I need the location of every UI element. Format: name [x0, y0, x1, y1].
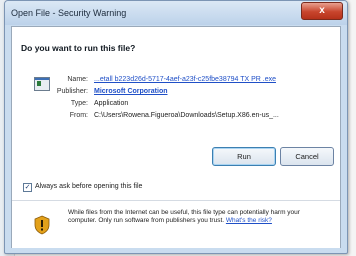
from-label: From: [69, 112, 88, 119]
dialog-body: Do you want to run this file? Name: ...e… [11, 26, 341, 248]
cancel-button[interactable]: Cancel [280, 147, 334, 166]
title-bar[interactable]: Open File - Security Warning x [5, 1, 347, 25]
always-ask-checkbox[interactable]: ✓ [23, 183, 32, 192]
whats-the-risk-link[interactable]: What's the risk? [226, 217, 272, 224]
publisher-link[interactable]: Microsoft Corporation [94, 88, 168, 95]
security-warning-dialog: Open File - Security Warning x Do you wa… [4, 0, 348, 254]
run-button[interactable]: Run [212, 147, 276, 166]
type-label: Type: [70, 100, 88, 107]
publisher-label: Publisher: [56, 88, 88, 95]
window-title: Open File - Security Warning [11, 8, 127, 18]
file-type-value: Application [94, 100, 129, 107]
security-shield-icon [34, 215, 50, 235]
name-label: Name: [67, 76, 88, 83]
file-name-link[interactable]: ...etall b223d26d-5717-4aef-a23f-c25fbe3… [94, 76, 276, 83]
run-question: Do you want to run this file? [21, 43, 136, 53]
always-ask-label[interactable]: Always ask before opening this file [35, 183, 142, 190]
close-button[interactable]: x [301, 2, 343, 20]
warning-panel: While files from the Internet can be use… [12, 200, 340, 248]
file-path-value: C:\Users\Rowena.Figueroa\Downloads\Setup… [94, 112, 279, 119]
warning-message: While files from the Internet can be use… [68, 209, 330, 225]
close-icon: x [319, 5, 325, 16]
